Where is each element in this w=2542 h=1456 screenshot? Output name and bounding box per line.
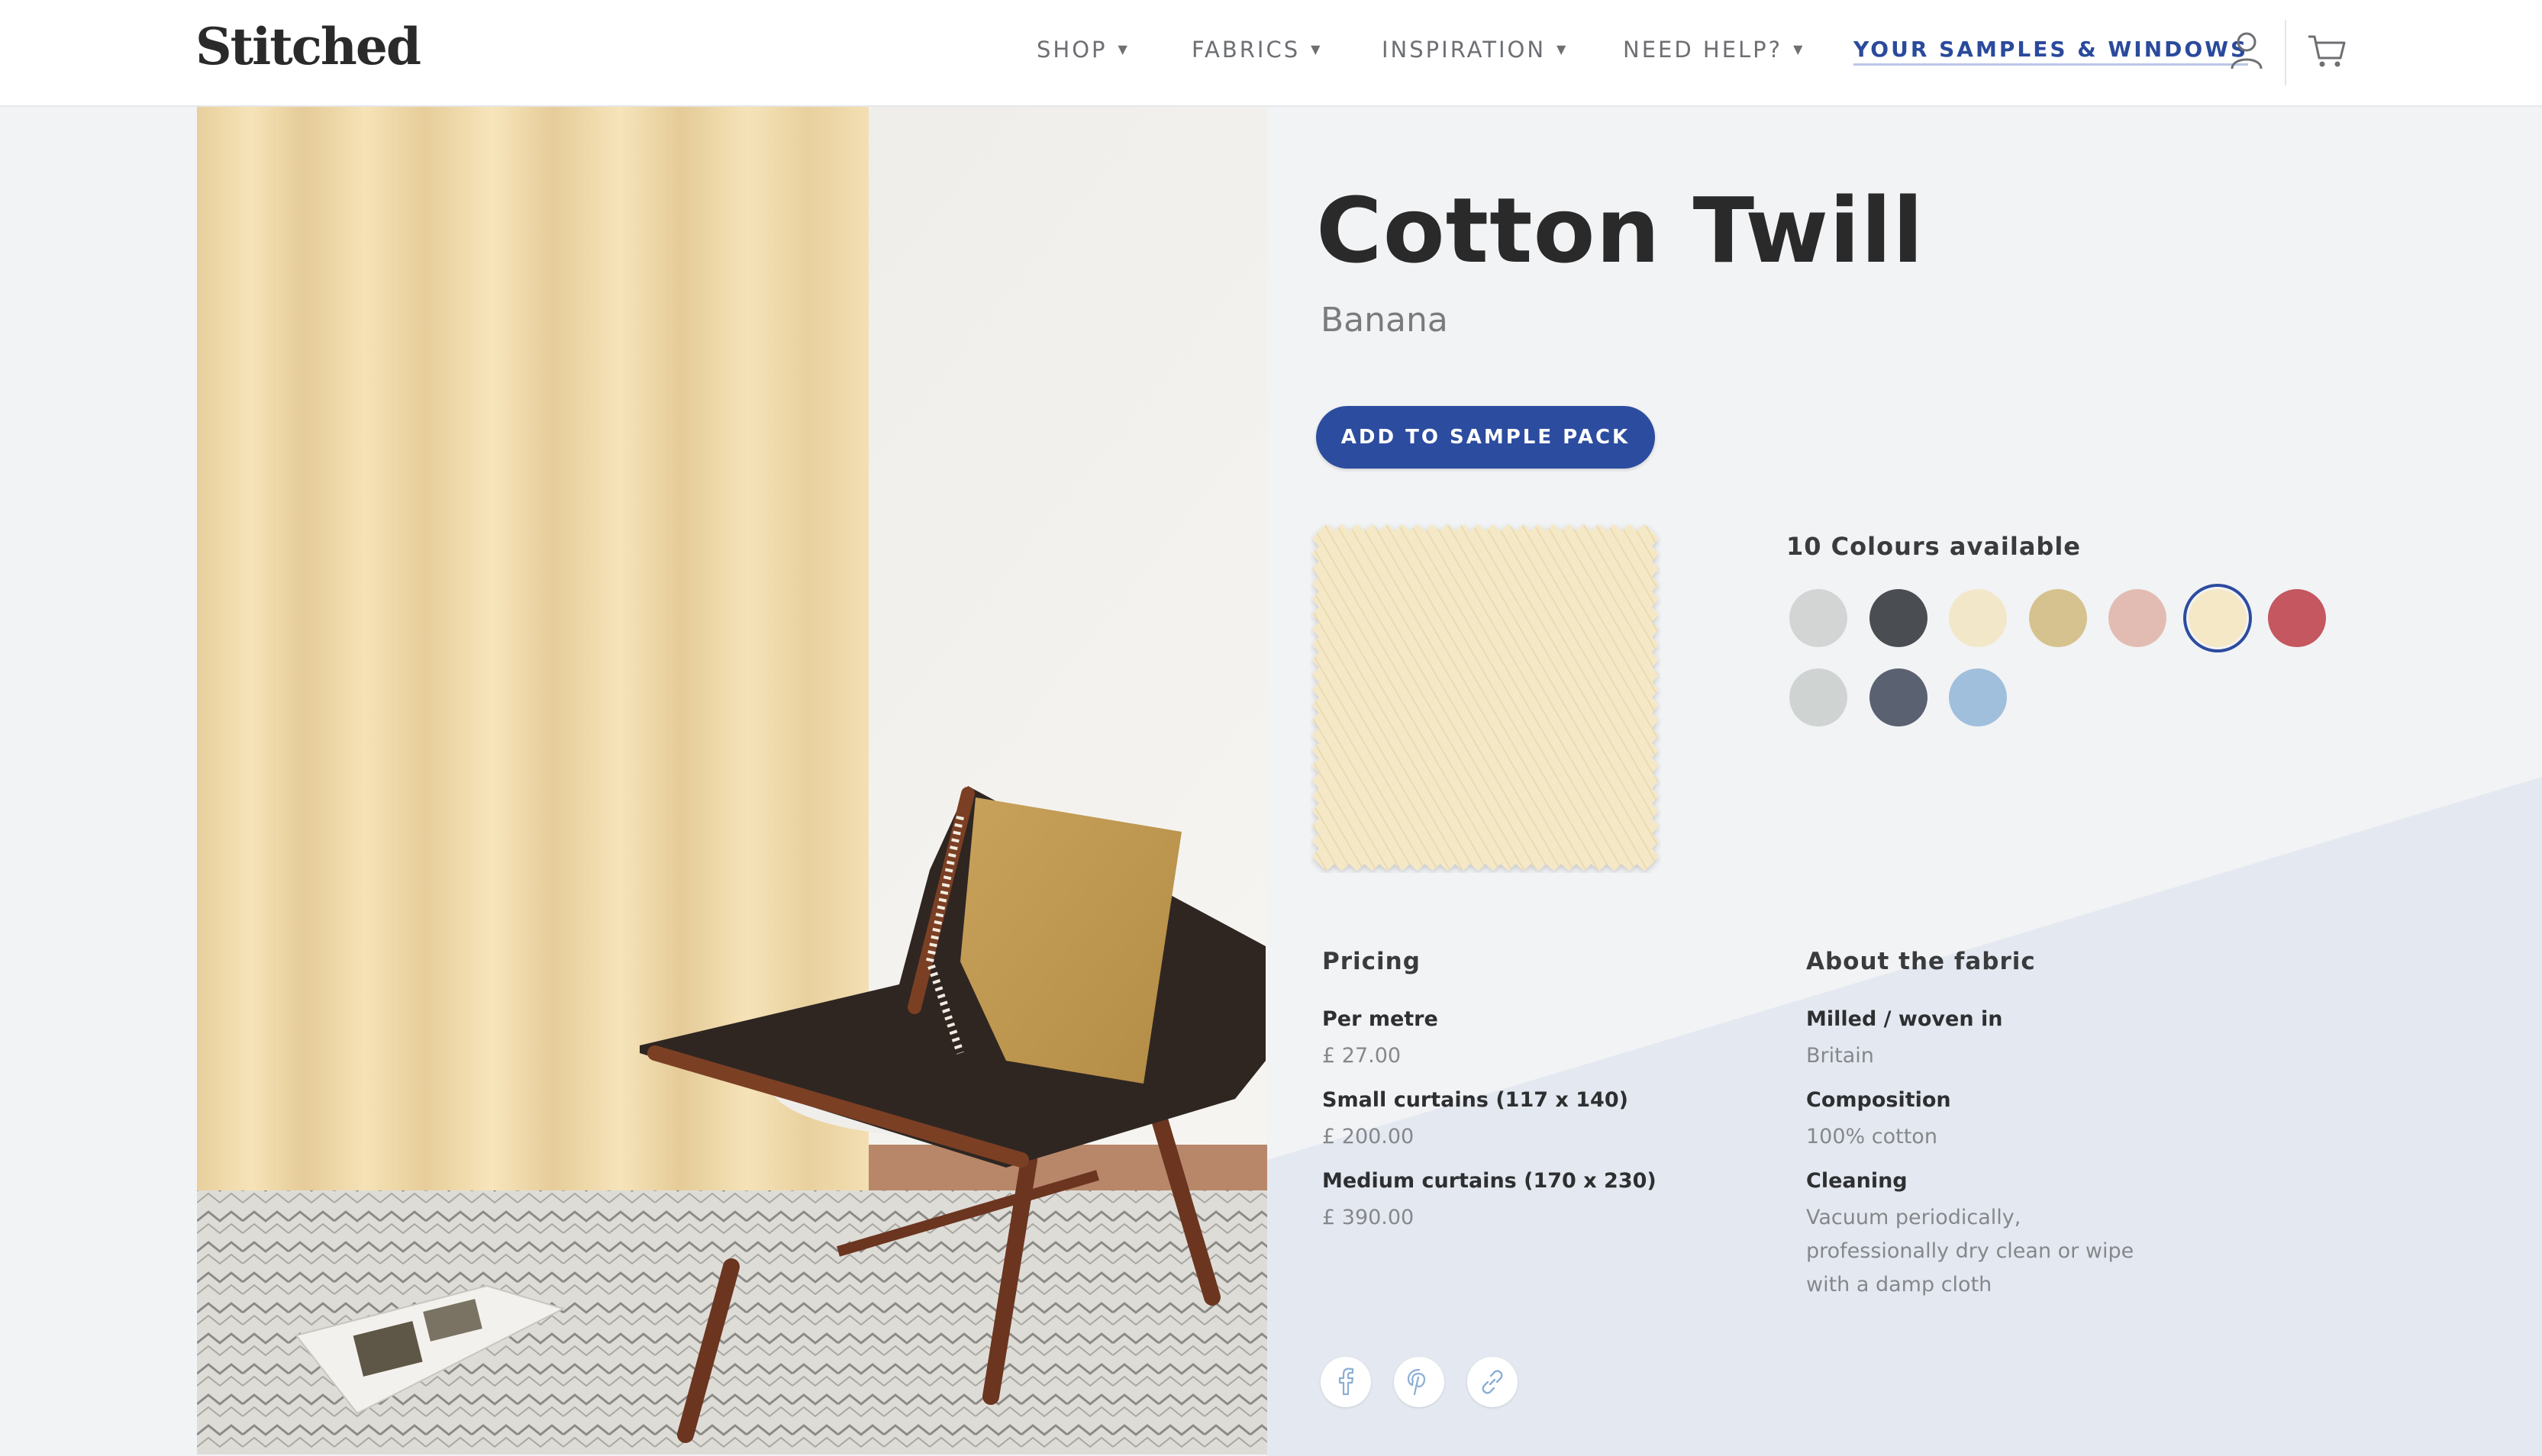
product-hero-image [197, 107, 1267, 1454]
nav-item-need-help[interactable]: NEED HELP? ▼ [1623, 37, 1805, 63]
facebook-icon[interactable] [1321, 1357, 1371, 1407]
fabric-swatch-image [1310, 522, 1661, 873]
colour-swatch-option[interactable] [2182, 584, 2252, 652]
add-to-sample-pack-button[interactable]: ADD TO SAMPLE PACK [1316, 406, 1655, 469]
colour-swatch-option[interactable] [1869, 589, 1927, 647]
colour-swatch-option[interactable] [1869, 668, 1927, 726]
price-label: Small curtains (117 x 140) [1322, 1088, 1628, 1112]
colour-swatch-option[interactable] [1949, 668, 2007, 726]
user-icon[interactable] [2229, 31, 2264, 70]
price-value: £ 27.00 [1322, 1044, 1402, 1068]
price-value: £ 200.00 [1322, 1125, 1415, 1148]
nav-item-fabrics[interactable]: FABRICS ▼ [1192, 37, 1322, 63]
colours-available-label: 10 Colours available [1786, 532, 2081, 561]
fabric-detail-label: Composition [1806, 1088, 1951, 1112]
price-label: Per metre [1322, 1007, 1438, 1031]
colour-swatch-option[interactable] [2268, 589, 2326, 647]
colour-swatch-option[interactable] [1949, 589, 2007, 647]
link-icon[interactable] [1467, 1357, 1518, 1407]
price-label: Medium curtains (170 x 230) [1322, 1169, 1656, 1193]
colour-swatch-option[interactable] [2028, 589, 2087, 647]
nav-item-label: FABRICS [1192, 37, 1301, 63]
caret-down-icon: ▼ [1118, 42, 1130, 56]
pinterest-icon[interactable] [1394, 1357, 1444, 1407]
nav-item-label: INSPIRATION [1382, 37, 1547, 63]
nav-item-inspiration[interactable]: INSPIRATION ▼ [1382, 37, 1568, 63]
caret-down-icon: ▼ [1556, 42, 1569, 56]
fabric-detail-value: Vacuum periodically, professionally dry … [1806, 1206, 2134, 1297]
nav-item-label: NEED HELP? [1623, 37, 1783, 63]
about-fabric-title: About the fabric [1806, 948, 2036, 975]
caret-down-icon: ▼ [1311, 42, 1323, 56]
nav-item-label: SHOP [1037, 37, 1108, 63]
header-divider [2285, 20, 2286, 85]
fabric-detail-value: Britain [1806, 1044, 1874, 1068]
brand-logo[interactable]: Stitched [195, 17, 421, 76]
fabric-detail-label: Milled / woven in [1806, 1007, 2003, 1031]
pricing-title: Pricing [1322, 948, 1421, 975]
price-value: £ 390.00 [1322, 1206, 1415, 1229]
product-colour-name: Banana [1321, 301, 1448, 340]
colour-swatch-option[interactable] [1789, 589, 1847, 647]
site-header: Stitched SHOP ▼ FABRICS ▼ INSPIRATION ▼ NEE… [0, 0, 2542, 107]
caret-down-icon: ▼ [1793, 42, 1805, 56]
nav-item-shop[interactable]: SHOP ▼ [1037, 37, 1130, 63]
fabric-detail-label: Cleaning [1806, 1169, 1908, 1193]
cart-icon[interactable] [2307, 31, 2347, 70]
product-title: Cotton Twill [1316, 178, 1924, 283]
fabric-detail-value: 100% cotton [1806, 1125, 1937, 1148]
colour-swatch-option[interactable] [2108, 589, 2166, 647]
nav-samples-link[interactable]: YOUR SAMPLES & WINDOWS [1853, 37, 2249, 66]
colour-swatch-option[interactable] [1789, 668, 1847, 726]
